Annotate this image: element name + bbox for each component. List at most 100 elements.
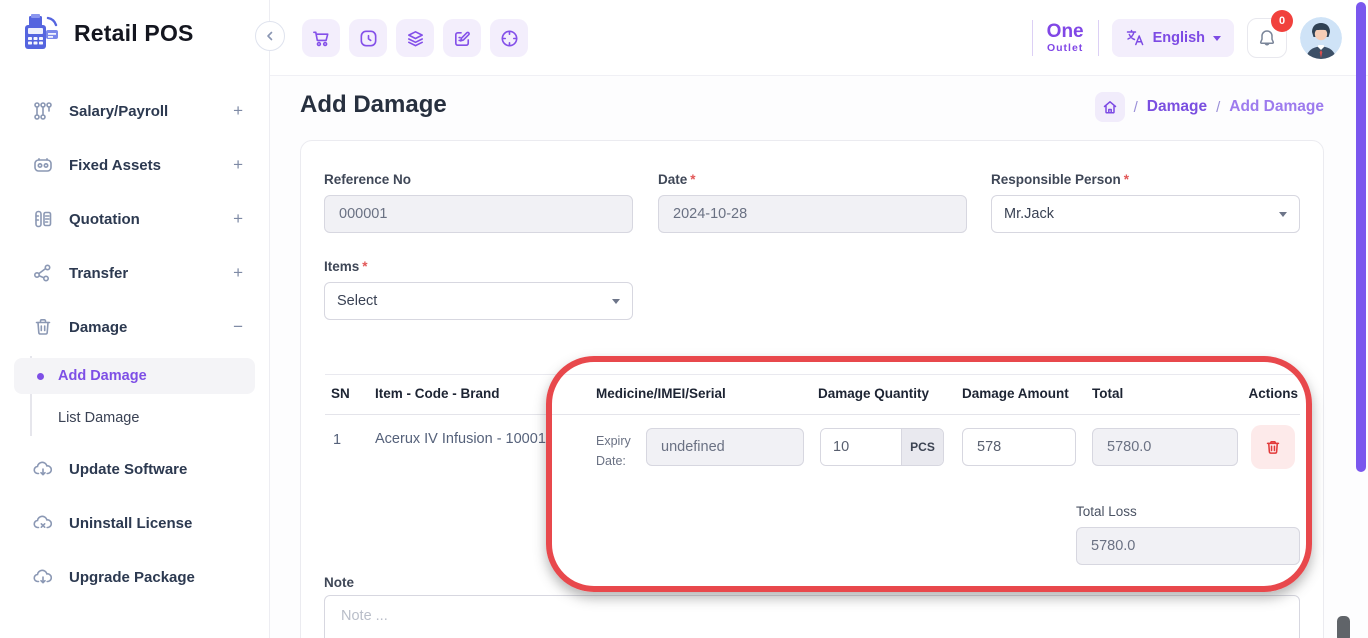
main-content: Add Damage / Damage / Add Damage Referen… [270, 76, 1368, 638]
expiry-date-label: Expiry Date: [596, 431, 646, 471]
app-logo[interactable]: Retail POS [18, 10, 194, 56]
total-loss-label: Total Loss [1076, 504, 1137, 519]
chevron-down-icon [1213, 36, 1221, 41]
cloud-x-icon [32, 512, 54, 534]
language-label: English [1153, 30, 1205, 46]
user-avatar[interactable] [1300, 17, 1342, 59]
damage-amount-input[interactable] [962, 428, 1076, 466]
pos-cart-button[interactable] [302, 19, 340, 57]
scrollbar-bottom-stub[interactable] [1337, 616, 1350, 638]
items-select[interactable]: Select [324, 282, 633, 320]
required-asterisk: * [690, 172, 695, 187]
bell-icon [1256, 27, 1278, 49]
cloud-download-icon [32, 566, 54, 588]
sidebar-item-label: Update Software [69, 461, 243, 478]
trash-icon [1263, 437, 1283, 457]
new-invoice-button[interactable] [443, 19, 481, 57]
expand-plus-icon[interactable]: + [233, 263, 243, 283]
breadcrumb: / Damage / Add Damage [1095, 92, 1324, 122]
expand-plus-icon[interactable]: + [233, 209, 243, 229]
sitemap-icon [32, 100, 54, 122]
breadcrumb-damage-link[interactable]: Damage [1147, 98, 1207, 116]
row-total-input[interactable] [1092, 428, 1238, 466]
reference-no-input[interactable] [324, 195, 633, 233]
sidebar-collapse-button[interactable] [255, 21, 285, 51]
sidebar-nav: Salary/Payroll + Fixed Assets + [0, 84, 269, 604]
delete-row-button[interactable] [1251, 425, 1295, 469]
lifebuoy-icon [499, 28, 520, 49]
outlet-indicator[interactable]: One Outlet [1032, 20, 1099, 56]
sidebar-item-label: Salary/Payroll [69, 103, 218, 120]
app-name: Retail POS [74, 20, 194, 47]
breadcrumb-separator: / [1134, 99, 1138, 116]
responsible-person-value: Mr.Jack [1004, 206, 1279, 222]
home-icon [1102, 99, 1118, 115]
stock-layers-button[interactable] [396, 19, 434, 57]
sidebar: Retail POS Salary/Payroll + [0, 0, 270, 638]
sidebar-item-transfer[interactable]: Transfer + [0, 246, 269, 300]
topbar-right-cluster: One Outlet English 0 [1032, 17, 1342, 59]
support-button[interactable] [490, 19, 528, 57]
sidebar-item-salary-payroll[interactable]: Salary/Payroll + [0, 84, 269, 138]
cart-icon [311, 28, 332, 49]
expand-plus-icon[interactable]: + [233, 155, 243, 175]
sub-item-label: Add Damage [58, 368, 147, 384]
note-edit-icon [452, 28, 473, 49]
trash-icon [32, 316, 54, 338]
damage-quantity-input[interactable] [821, 429, 901, 465]
responsible-person-select[interactable]: Mr.Jack [991, 195, 1300, 233]
quotation-icon [32, 208, 54, 230]
breadcrumb-current: Add Damage [1229, 98, 1324, 116]
sidebar-item-quotation[interactable]: Quotation + [0, 192, 269, 246]
sidebar-item-update-software[interactable]: Update Software [0, 442, 269, 496]
sidebar-item-damage[interactable]: Damage − [0, 300, 269, 354]
assets-icon [32, 154, 54, 176]
sidebar-item-label: Transfer [69, 265, 218, 282]
reference-no-label: Reference No [324, 172, 411, 187]
quick-actions [302, 19, 528, 57]
damage-submenu: Add Damage List Damage [0, 354, 269, 442]
table-top-border [325, 374, 1300, 375]
collapse-minus-icon[interactable]: − [233, 317, 243, 337]
user-avatar-image [1300, 17, 1342, 59]
add-damage-form-card: Reference No Date* Responsible Person* M… [300, 140, 1324, 638]
chevron-down-icon [612, 299, 620, 304]
chevron-left-icon [264, 30, 276, 42]
chevron-down-icon [1279, 212, 1287, 217]
sidebar-item-label: Quotation [69, 211, 218, 228]
sidebar-item-label: Uninstall License [69, 515, 243, 532]
sidebar-item-upgrade-package[interactable]: Upgrade Package [0, 550, 269, 604]
sidebar-item-list-damage[interactable]: List Damage [14, 400, 255, 436]
serial-input[interactable] [646, 428, 804, 466]
recent-history-button[interactable] [349, 19, 387, 57]
table-header-border [325, 414, 1300, 415]
sidebar-item-add-damage[interactable]: Add Damage [14, 358, 255, 394]
language-selector[interactable]: English [1112, 19, 1234, 57]
layers-icon [405, 28, 426, 49]
damage-quantity-group: PCS [820, 428, 944, 466]
translate-icon [1125, 28, 1145, 48]
expand-plus-icon[interactable]: + [233, 101, 243, 121]
pos-terminal-logo-icon [18, 10, 64, 56]
total-loss-input[interactable] [1076, 527, 1300, 565]
vertical-scrollbar-thumb[interactable] [1356, 2, 1366, 472]
app-window: Retail POS Salary/Payroll + [0, 0, 1368, 638]
col-header-item: Item - Code - Brand [375, 386, 500, 401]
active-bullet-icon [37, 373, 44, 380]
required-asterisk: * [362, 259, 367, 274]
date-label: Date* [658, 172, 696, 187]
row-sn: 1 [333, 432, 341, 448]
breadcrumb-home-button[interactable] [1095, 92, 1125, 122]
sidebar-item-label: Upgrade Package [69, 569, 243, 586]
row-item-name: Acerux IV Infusion - 10001 [375, 431, 546, 447]
sidebar-item-uninstall-license[interactable]: Uninstall License [0, 496, 269, 550]
note-textarea[interactable] [324, 595, 1300, 638]
notification-badge: 0 [1271, 10, 1293, 32]
col-header-total: Total [1092, 386, 1123, 401]
outlet-label: Outlet [1047, 43, 1084, 55]
sidebar-item-fixed-assets[interactable]: Fixed Assets + [0, 138, 269, 192]
topbar: One Outlet English 0 [270, 0, 1368, 76]
notifications-button[interactable]: 0 [1247, 18, 1287, 58]
date-input[interactable] [658, 195, 967, 233]
outlet-count: One [1047, 22, 1084, 43]
